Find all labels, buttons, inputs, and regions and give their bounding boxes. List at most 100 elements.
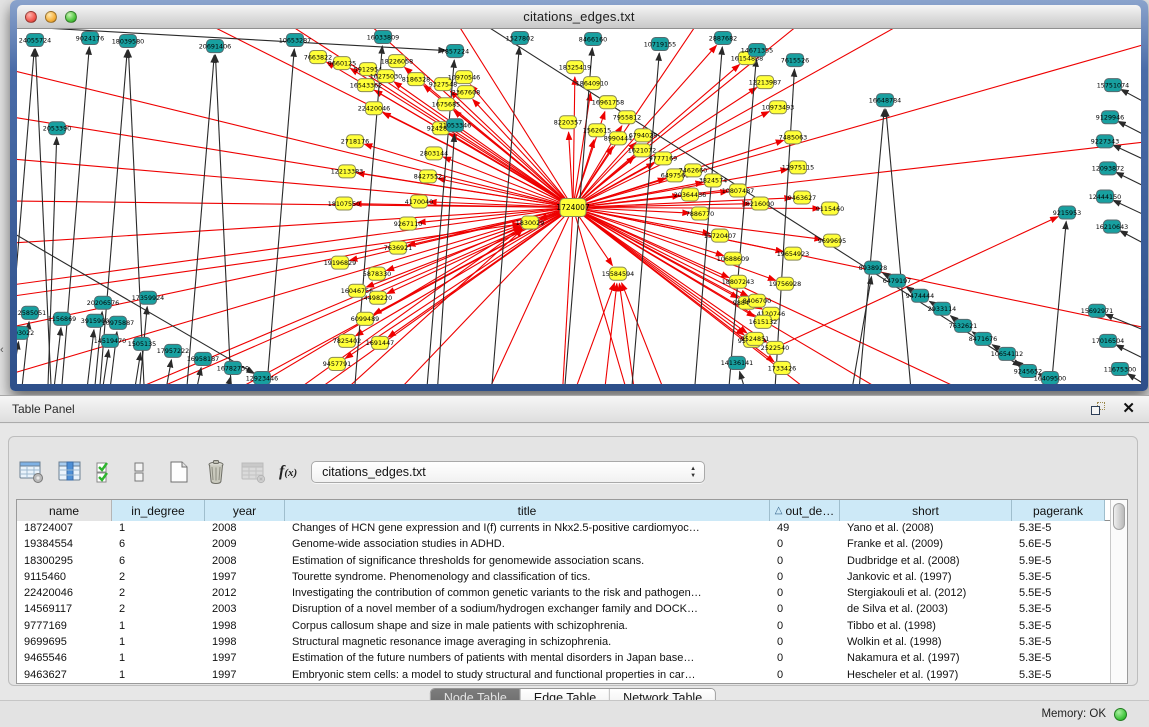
yellow-node[interactable]: 12975115 [782, 161, 814, 174]
teal-node[interactable]: 16782759 [217, 361, 249, 374]
teal-node[interactable]: 10653287 [279, 34, 311, 47]
teal-node[interactable]: 1505135 [128, 337, 156, 350]
hidden-panel-handle[interactable]: ‹ [0, 342, 7, 358]
teal-node[interactable]: 2053390 [43, 122, 71, 135]
column-header-out_de[interactable]: △out_de… [770, 500, 840, 521]
black-edge[interactable] [430, 29, 1020, 366]
teal-node[interactable]: 17957222 [157, 344, 189, 357]
yellow-node[interactable]: 8427552 [414, 170, 442, 183]
yellow-node[interactable]: 2718176 [341, 135, 369, 148]
black-edge[interactable] [52, 328, 61, 384]
yellow-node[interactable]: 9267110 [394, 217, 422, 230]
teal-node[interactable]: 2887682 [709, 32, 737, 45]
teal-node[interactable]: 7615526 [781, 54, 809, 67]
table-row[interactable]: 946554611997Estimation of the future num… [17, 651, 1110, 667]
vertical-scrollbar[interactable] [1110, 500, 1127, 683]
teal-node[interactable]: 16648784 [869, 94, 901, 107]
yellow-node[interactable]: 1733426 [768, 361, 796, 374]
teal-node[interactable]: 6479197 [883, 274, 911, 287]
yellow-node[interactable]: 8220357 [554, 116, 582, 129]
teal-node[interactable]: 14136141 [721, 356, 753, 369]
yellow-node[interactable]: 18807243 [722, 275, 754, 288]
function-builder-icon[interactable]: f(x) [279, 463, 297, 481]
teal-node[interactable]: 10719155 [644, 38, 676, 51]
teal-node[interactable]: 17016504 [1092, 334, 1124, 347]
black-edge[interactable] [180, 55, 214, 384]
teal-node[interactable]: 2933114 [928, 302, 956, 315]
black-edge[interactable] [1120, 231, 1141, 255]
black-edge[interactable] [886, 109, 912, 384]
teal-node[interactable]: 9474444 [906, 289, 934, 302]
column-header-pagerank[interactable]: pagerank [1012, 500, 1105, 521]
network-table-select[interactable]: citations_edges.txt ▲▼ [311, 461, 705, 483]
table-row[interactable]: 911546021997Tourette syndrome. Phenomeno… [17, 570, 1110, 586]
yellow-node[interactable]: 5878330 [363, 267, 391, 280]
yellow-node[interactable]: 10973493 [762, 101, 794, 114]
table-column-icon[interactable] [57, 460, 83, 484]
black-edge[interactable] [223, 377, 231, 384]
black-edge[interactable] [85, 330, 94, 384]
yellow-node[interactable]: 2803144 [420, 147, 448, 160]
red-edge[interactable] [622, 283, 680, 384]
black-edge[interactable] [35, 49, 55, 384]
yellow-node[interactable]: 4498220 [364, 291, 392, 304]
column-header-name[interactable]: name [17, 500, 112, 521]
black-edge[interactable] [1118, 121, 1141, 145]
table-row[interactable]: 946362711997Embryonic stem cells: a mode… [17, 668, 1110, 683]
row-height-icon[interactable] [133, 460, 145, 484]
teal-node[interactable]: 24055724 [19, 34, 51, 47]
red-edge[interactable] [560, 208, 573, 384]
black-edge[interactable] [17, 342, 19, 384]
column-header-short[interactable]: short [840, 500, 1012, 521]
teal-node[interactable]: 12093872 [1092, 162, 1124, 175]
yellow-node[interactable]: 3824574 [699, 174, 727, 187]
teal-node[interactable]: 9024176 [76, 32, 104, 45]
table-row[interactable]: 2242004622012Investigating the contribut… [17, 586, 1110, 602]
yellow-node[interactable]: 12213383 [331, 165, 363, 178]
teal-node[interactable]: 12444150 [1089, 190, 1121, 203]
teal-node[interactable]: 17359924 [132, 291, 164, 304]
table-settings-icon[interactable] [19, 460, 45, 484]
teal-node[interactable]: 1156869 [48, 312, 76, 325]
teal-node[interactable]: 7632621 [949, 319, 977, 332]
yellow-node[interactable]: 16543362 [350, 79, 382, 92]
yellow-node[interactable]: 19196829 [324, 256, 356, 269]
black-edge[interactable] [45, 137, 57, 384]
teal-node[interactable]: 10975887 [102, 316, 134, 329]
yellow-node[interactable]: 1691447 [366, 336, 394, 349]
red-edge[interactable] [619, 284, 640, 384]
yellow-node[interactable]: 7825402 [333, 334, 361, 347]
black-edge[interactable] [740, 372, 750, 384]
teal-node[interactable]: 1803022 [17, 326, 34, 339]
teal-node[interactable]: 18039580 [112, 35, 144, 48]
yellow-node[interactable]: 1675685 [432, 98, 460, 111]
table-row[interactable]: 1830029562008Estimation of significance … [17, 554, 1110, 570]
teal-node[interactable]: 20691406 [199, 40, 231, 53]
black-edge[interactable] [132, 353, 141, 384]
memory-ok-indicator[interactable] [1114, 708, 1127, 721]
red-edge[interactable] [450, 91, 573, 207]
yellow-node[interactable]: 19654923 [777, 247, 809, 260]
yellow-node[interactable]: 15584594 [602, 267, 634, 280]
yellow-node[interactable]: 10807487 [722, 184, 754, 197]
yellow-node[interactable]: 18325419 [559, 61, 591, 74]
teal-node[interactable]: 8471676 [969, 332, 997, 345]
column-header-title[interactable]: title [285, 500, 770, 521]
teal-node[interactable]: 12923446 [246, 371, 278, 384]
teal-node[interactable]: 11675300 [1104, 362, 1136, 375]
teal-node[interactable]: 16210643 [1096, 220, 1128, 233]
yellow-node[interactable]: 10688609 [717, 252, 749, 265]
table-row[interactable]: 1938455462009Genome-wide association stu… [17, 537, 1110, 553]
yellow-node[interactable]: 1724007 [556, 198, 590, 216]
teal-node[interactable]: 16033809 [367, 31, 399, 44]
teal-node[interactable]: 8466160 [579, 33, 607, 46]
scrollbar-thumb[interactable] [1113, 503, 1125, 530]
yellow-node[interactable]: 2522540 [761, 341, 789, 354]
red-edge[interactable] [569, 132, 573, 207]
yellow-node[interactable]: 9699695 [818, 234, 846, 247]
table-row[interactable]: 1872400712008Changes of HCN gene express… [17, 521, 1110, 537]
red-edge[interactable] [17, 60, 573, 207]
red-edge[interactable] [573, 77, 575, 207]
teal-node[interactable]: 10654112 [991, 347, 1023, 360]
teal-node[interactable]: 20206576 [87, 296, 119, 309]
